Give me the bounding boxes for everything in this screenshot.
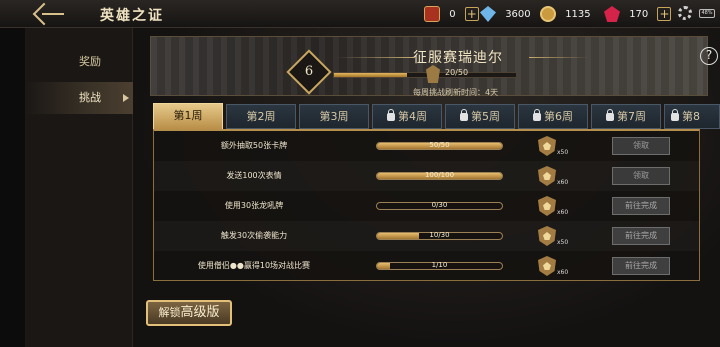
battery-indicator: 48% — [699, 9, 715, 18]
lock-icon — [533, 109, 541, 121]
week-tabs: 第1周 第2周 第3周 第4周 第5周 第6周 第7周 第8 — [153, 103, 720, 130]
season-banner: 6 征服赛瑞迪尔 20/50 每周挑战刷新时间：4天 ? — [150, 36, 718, 97]
gem-count: 170 — [629, 9, 649, 20]
tab-label: 第7周 — [617, 110, 646, 123]
task-label: 额外抽取50张卡牌 — [220, 141, 288, 150]
go-complete-button[interactable]: 前往完成 — [612, 227, 670, 245]
sidebar: 奖励 挑战 — [25, 28, 133, 347]
add-cards-button[interactable]: + — [464, 7, 479, 21]
back-button[interactable] — [30, 3, 70, 25]
coin-resource: 1135 — [540, 6, 591, 22]
add-gems-button[interactable]: + — [657, 7, 672, 21]
task-row: 发送100次表情 100/100 x60 领取 — [154, 161, 699, 191]
title-divider-left — [336, 57, 414, 58]
task-label: 触发30次偷袭能力 — [220, 231, 288, 240]
tab-week-2[interactable]: 第2周 — [226, 104, 296, 129]
season-title: 征服赛瑞迪尔 — [413, 50, 503, 66]
reward-quantity: x60 — [557, 269, 569, 276]
tab-label: 第3周 — [319, 110, 349, 123]
task-progress-text: 1/10 — [431, 261, 448, 269]
gear-icon[interactable] — [678, 6, 692, 20]
task-progress-text: 100/100 — [424, 171, 455, 179]
unlock-prefix: 解锁 — [158, 306, 181, 319]
unlock-label: 高级版 — [180, 305, 220, 320]
refresh-timer: 每周挑战刷新时间：4天 — [413, 88, 499, 97]
reward-icon — [538, 136, 556, 156]
claim-button[interactable]: 领取 — [612, 137, 670, 155]
task-row: 使用30张龙吼牌 0/30 x60 前往完成 — [154, 191, 699, 221]
claim-button[interactable]: 领取 — [612, 167, 670, 185]
tab-week-4[interactable]: 第4周 — [372, 104, 442, 129]
coin-count: 1135 — [565, 9, 591, 20]
tab-label: 第2周 — [246, 110, 276, 123]
tab-week-1[interactable]: 第1周 — [153, 103, 223, 130]
tab-week-7[interactable]: 第7周 — [591, 104, 661, 129]
tab-week-6[interactable]: 第6周 — [518, 104, 588, 129]
gem-icon — [604, 6, 620, 22]
reward-quantity: x50 — [557, 149, 569, 156]
page-title: 英雄之证 — [100, 8, 164, 24]
tab-label: 第8 — [682, 110, 700, 123]
card-count: 0 — [449, 9, 456, 20]
crystal-resource: 3600 — [480, 6, 531, 22]
season-progress-text: 20/50 — [445, 68, 469, 77]
tab-label: 第1周 — [173, 109, 203, 122]
card-pack-icon — [424, 6, 440, 22]
card-resource: 0 + — [424, 6, 479, 22]
sidebar-item-challenges[interactable]: 挑战 — [25, 82, 133, 114]
sidebar-item-rewards[interactable]: 奖励 — [25, 46, 133, 78]
lock-icon — [606, 109, 614, 121]
lock-icon — [460, 109, 468, 121]
reward-icon — [538, 226, 556, 246]
season-number: 6 — [304, 64, 314, 79]
task-row: 触发30次偷袭能力 10/30 x50 前往完成 — [154, 221, 699, 251]
lock-icon — [671, 109, 679, 121]
main-content: 6 征服赛瑞迪尔 20/50 每周挑战刷新时间：4天 ? 第1周 第2周 第3周… — [133, 28, 720, 347]
help-button[interactable]: ? — [700, 47, 718, 65]
reward-quantity: x50 — [557, 239, 569, 246]
go-complete-button[interactable]: 前往完成 — [612, 257, 670, 275]
tab-label: 第5周 — [471, 110, 500, 123]
tab-week-5[interactable]: 第5周 — [445, 104, 515, 129]
emblem-icon — [426, 65, 440, 83]
go-complete-button[interactable]: 前往完成 — [612, 197, 670, 215]
task-row: 额外抽取50张卡牌 50/50 x50 领取 — [154, 131, 699, 161]
tab-label: 第6周 — [544, 110, 573, 123]
reward-icon — [538, 256, 556, 276]
reward-quantity: x60 — [557, 179, 569, 186]
tab-week-3[interactable]: 第3周 — [299, 104, 369, 129]
reward-icon — [538, 166, 556, 186]
task-progress-text: 10/30 — [429, 231, 450, 239]
season-progress-fill — [334, 73, 407, 77]
task-row: 使用僧侣●●赢得10场对战比赛 1/10 x60 前往完成 — [154, 251, 699, 281]
task-panel: 额外抽取50张卡牌 50/50 x50 领取 发送100次表情 100/100 … — [153, 129, 700, 281]
crystal-count: 3600 — [505, 9, 531, 20]
tab-week-8[interactable]: 第8 — [664, 104, 720, 129]
crystal-icon — [480, 6, 496, 22]
gem-resource: 170 + — [604, 6, 672, 22]
task-progress-text: 0/30 — [431, 201, 448, 209]
lock-icon — [387, 109, 395, 121]
task-label: 发送100次表情 — [226, 171, 282, 180]
unlock-premium-button[interactable]: 解锁高级版 — [146, 300, 232, 326]
task-label: 使用30张龙吼牌 — [224, 201, 284, 210]
task-progress-text: 50/50 — [429, 141, 450, 149]
tab-label: 第4周 — [398, 110, 427, 123]
coin-icon — [540, 6, 556, 22]
reward-icon — [538, 196, 556, 216]
reward-quantity: x60 — [557, 209, 569, 216]
top-bar: 英雄之证 0 + 3600 1135 170 + 48% — [0, 0, 720, 28]
task-label: 使用僧侣●●赢得10场对战比赛 — [197, 261, 311, 270]
season-progress-bar — [333, 72, 517, 78]
title-divider-right — [529, 57, 589, 58]
